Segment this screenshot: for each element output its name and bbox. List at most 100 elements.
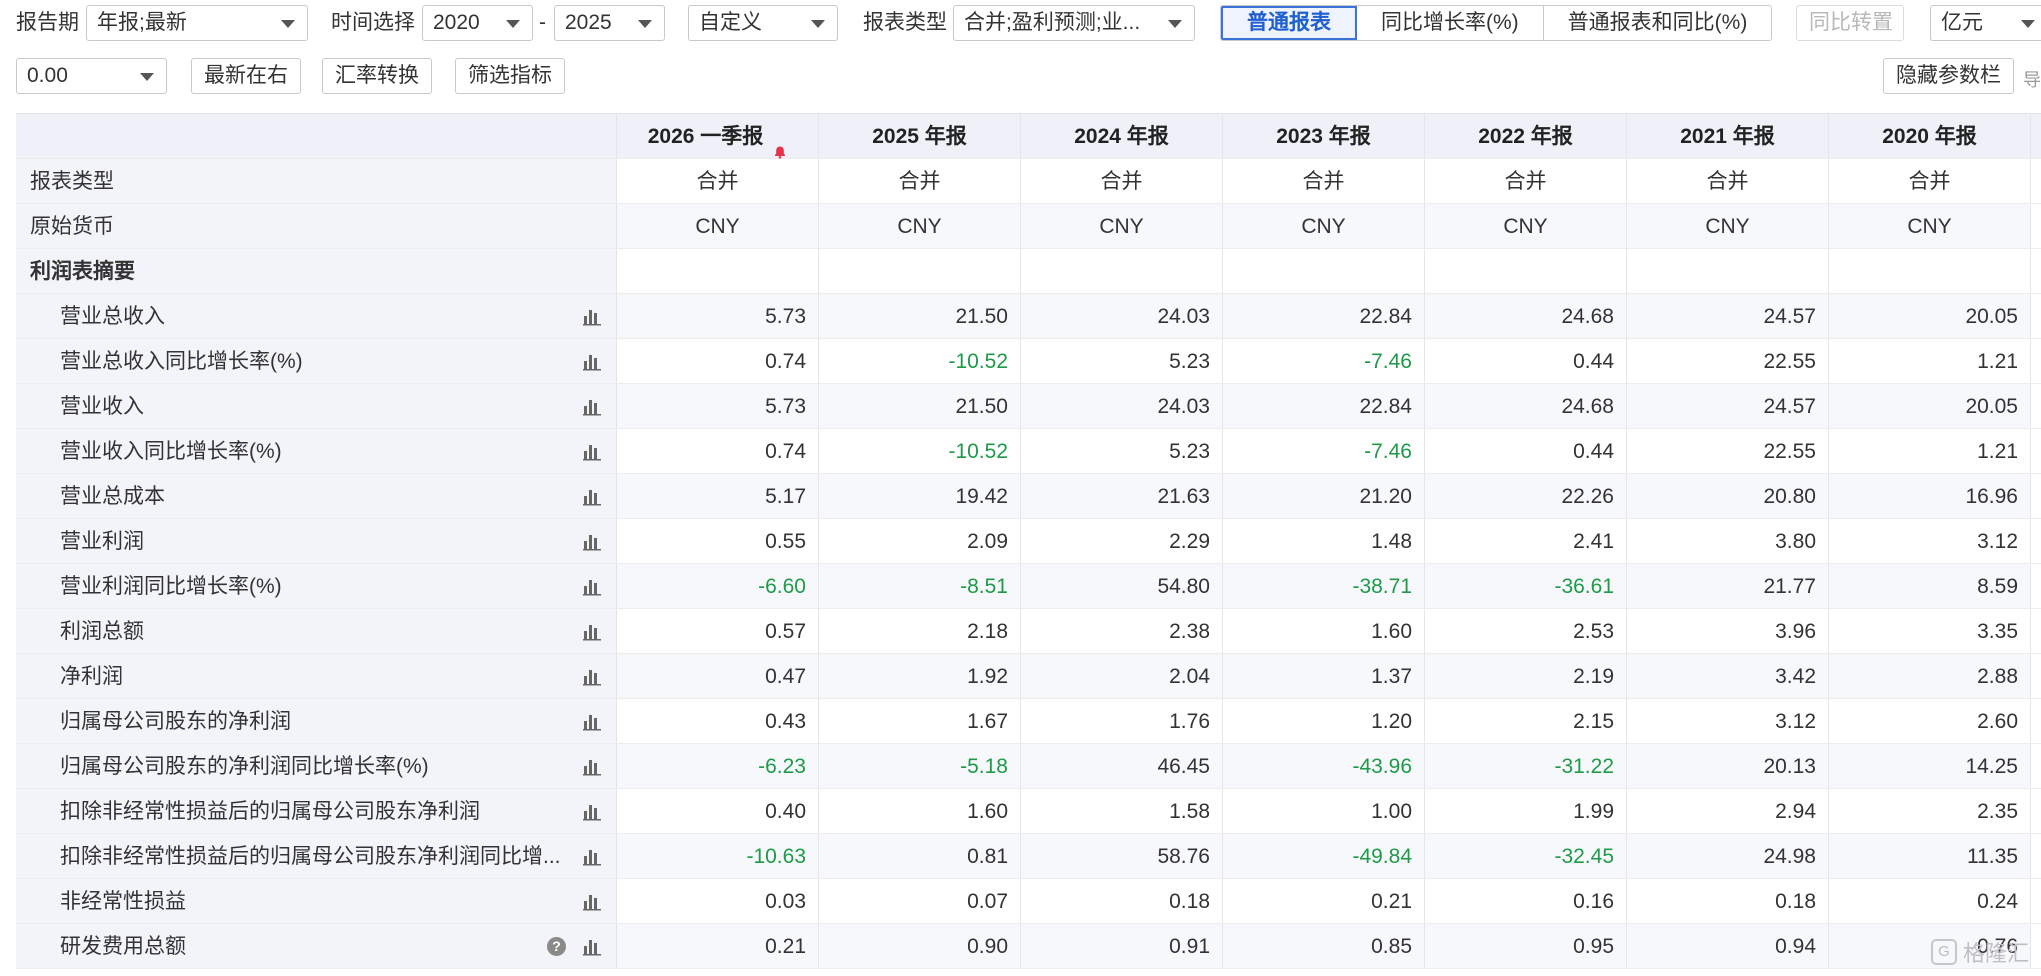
column-header-label: 2023 年报 [1276,125,1371,148]
unit-select[interactable]: 亿元 [1930,5,2041,41]
watermark-logo-icon: G [1930,939,1957,965]
bar-chart-icon[interactable] [582,531,602,551]
help-icon[interactable]: ? [547,937,566,956]
table-cell: 24.57 [1627,384,1829,428]
section-heading: 利润表摘要 [30,260,135,283]
table-cell: 24.03 [1021,384,1223,428]
table-cell: 24.98 [1627,834,1829,878]
column-header[interactable]: 2020 年报 [1829,114,2031,158]
bell-icon [773,130,787,160]
table-cell: 0.74 [617,429,819,473]
table-cell: CNY [1829,204,2031,248]
options-toolbar: 0.00 最新在右 汇率转换 筛选指标 隐藏参数栏 [0,58,2041,98]
table-cell: 20.05 [1829,294,2031,338]
row-label: 报表类型 [30,170,114,193]
tab-normal-and-yoy[interactable]: 普通报表和同比(%) [1543,6,1772,40]
table-cell: 8.59 [1829,564,2031,608]
row-label-cell: 利润表摘要 [16,249,617,293]
table-cell: 1.60 [819,789,1021,833]
custom-select[interactable]: 自定义 [688,5,838,41]
chevron-down-icon [506,20,520,28]
table-cell: 2.29 [1021,519,1223,563]
table-cell: 3.42 [1627,654,1829,698]
table-cell: 19.42 [819,474,1021,518]
table-cell: CNY [819,204,1021,248]
table-cell: -49.84 [1223,834,1425,878]
bar-chart-icon[interactable] [582,396,602,416]
latest-right-button[interactable]: 最新在右 [191,58,301,94]
chevron-down-icon [1168,20,1182,28]
row-label-cell: 营业总收入同比增长率(%) [16,339,617,383]
table-cell: 14.25 [1829,744,2031,788]
table-cell: CNY [617,204,819,248]
table-cell: 2.41 [1425,519,1627,563]
column-header[interactable]: 2026 一季报 [617,114,819,160]
time-to-select[interactable]: 2025 [554,5,665,41]
table-cell: CNY [1627,204,1829,248]
filter-metrics-button[interactable]: 筛选指标 [455,58,565,94]
yoy-transpose-button[interactable]: 同比转置 [1796,5,1904,41]
bar-chart-icon[interactable] [582,711,602,731]
column-header[interactable]: 2025 年报 [819,114,1021,158]
row-label-cell: 非经常性损益 [16,879,617,923]
table-cell: 0.47 [617,654,819,698]
table-cell: 11.35 [1829,834,2031,878]
table-cell: 0.21 [1223,879,1425,923]
table-cell: 21.63 [1021,474,1223,518]
table-cell: -31.22 [1425,744,1627,788]
row-label: 营业收入 [60,395,144,418]
table-cell: 2.15 [1425,699,1627,743]
table-cell: -10.63 [617,834,819,878]
bar-chart-icon[interactable] [582,846,602,866]
column-header[interactable]: 2024 年报 [1021,114,1223,158]
tab-normal-report[interactable]: 普通报表 [1221,6,1357,40]
column-header[interactable]: 2021 年报 [1627,114,1829,158]
bar-chart-icon[interactable] [582,306,602,326]
row-label-cell: 营业总成本 [16,474,617,518]
row-label-cell: 营业收入 [16,384,617,428]
table-cell [1425,249,1627,293]
time-from-select[interactable]: 2020 [422,5,533,41]
table-row: 报表类型 合并 合并 合并 合并 合并 合并 合并 [16,159,2041,204]
table-cell: 2.04 [1021,654,1223,698]
table-cell: 1.37 [1223,654,1425,698]
table-cell: 22.84 [1223,294,1425,338]
row-label-cell: 研发费用总额? [16,924,617,968]
bar-chart-icon[interactable] [582,756,602,776]
bar-chart-icon[interactable] [582,621,602,641]
table-cell: -8.51 [819,564,1021,608]
period-select[interactable]: 年报;最新 [86,5,308,41]
bar-chart-icon[interactable] [582,486,602,506]
table-cell: 2.53 [1425,609,1627,653]
bar-chart-icon[interactable] [582,666,602,686]
table-cell: 合并 [1627,159,1829,203]
table-cell [1829,249,2031,293]
bar-chart-icon[interactable] [582,441,602,461]
table-cell: 24.03 [1021,294,1223,338]
bar-chart-icon[interactable] [582,351,602,371]
table-row: 净利润 0.47 1.92 2.04 1.37 2.19 3.42 2.88 [16,654,2041,699]
table-cell: 3.12 [1829,519,2031,563]
tab-yoy-growth[interactable]: 同比增长率(%) [1357,6,1544,40]
table-cell: 24.68 [1425,384,1627,428]
chevron-down-icon [281,20,295,28]
table-cell: 2.38 [1021,609,1223,653]
table-row: 非经常性损益 0.03 0.07 0.18 0.21 0.16 0.18 0.24 [16,879,2041,924]
report-type-select[interactable]: 合并;盈利预测;业... [953,5,1195,41]
precision-select[interactable]: 0.00 [16,58,167,94]
bar-chart-icon[interactable] [582,576,602,596]
time-range-dash: - [539,11,546,34]
bar-chart-icon[interactable] [582,936,602,956]
column-header[interactable]: 2022 年报 [1425,114,1627,158]
bar-chart-icon[interactable] [582,801,602,821]
row-label-cell: 营业利润同比增长率(%) [16,564,617,608]
bar-chart-icon[interactable] [582,891,602,911]
column-header[interactable]: 2023 年报 [1223,114,1425,158]
chevron-down-icon [140,73,154,81]
edge-clipped-text: 导 [2023,70,2041,90]
watermark: G 格隆汇 [1930,936,2029,968]
table-cell: CNY [1425,204,1627,248]
chevron-down-icon [2021,20,2035,28]
fx-convert-button[interactable]: 汇率转换 [322,58,432,94]
hide-params-button[interactable]: 隐藏参数栏 [1883,58,2014,94]
